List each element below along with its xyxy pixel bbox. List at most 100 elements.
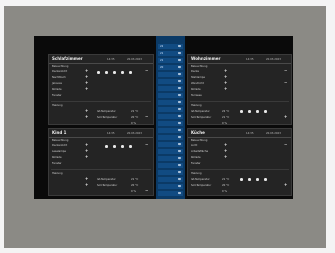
plus-icon[interactable]: +	[85, 177, 88, 181]
room-button[interactable]	[158, 177, 183, 182]
temp-value: 20 °C	[131, 116, 139, 119]
light-toggle[interactable]	[97, 71, 100, 74]
room-button[interactable]	[158, 135, 183, 140]
arrow-right-icon	[178, 107, 181, 111]
panel-header: Küche 14:35 20.03.2023	[188, 129, 291, 138]
minus-icon[interactable]: −	[145, 69, 148, 73]
light-toggle[interactable]	[113, 145, 116, 148]
light-toggle[interactable]	[121, 145, 124, 148]
minus-icon[interactable]: −	[145, 189, 148, 193]
room-button[interactable]	[158, 128, 183, 133]
plus-icon[interactable]: +	[85, 81, 88, 85]
room-button[interactable]	[158, 93, 183, 98]
heating-label: Ist-Temperatur	[97, 178, 116, 181]
temp-value: 21 °C	[222, 116, 230, 119]
plus-icon[interactable]: +	[224, 75, 227, 79]
light-toggle[interactable]	[105, 145, 108, 148]
panel-time: 14:35	[246, 131, 254, 135]
arrow-right-icon	[178, 44, 181, 48]
arrow-right-icon	[178, 135, 181, 139]
room-button[interactable]	[158, 72, 183, 77]
plus-icon[interactable]: +	[284, 183, 287, 187]
light-toggle[interactable]	[248, 178, 251, 181]
panel-title: Kind 1	[52, 130, 67, 135]
temp-value: 20 °C	[131, 184, 139, 187]
plus-icon[interactable]: +	[224, 81, 227, 85]
light-toggle[interactable]	[264, 178, 267, 181]
room-temp: 21	[160, 52, 164, 55]
plus-icon[interactable]: +	[224, 149, 227, 153]
divider	[190, 101, 289, 102]
valve-value: 0 %	[131, 122, 136, 125]
valve-value: 0 %	[222, 122, 227, 125]
light-toggle[interactable]	[248, 110, 251, 113]
heating-title: Heizung	[52, 104, 63, 107]
panel-date: 20.03.2023	[127, 131, 142, 135]
minus-icon[interactable]: −	[284, 69, 287, 73]
plus-icon[interactable]: +	[284, 115, 287, 119]
room-button[interactable]	[158, 156, 183, 161]
arrow-right-icon	[178, 163, 181, 167]
room-button[interactable]	[158, 100, 183, 105]
room-button[interactable]	[158, 142, 183, 147]
plus-icon[interactable]: +	[224, 69, 227, 73]
light-toggle[interactable]	[105, 71, 108, 74]
plus-icon[interactable]: +	[85, 115, 88, 119]
light-toggle[interactable]	[129, 145, 132, 148]
row-label: Stehlampe	[191, 76, 205, 79]
arrow-right-icon	[178, 93, 181, 97]
light-toggle[interactable]	[264, 110, 267, 113]
plus-icon[interactable]: +	[85, 69, 88, 73]
room-button[interactable]	[158, 149, 183, 154]
heating-label: Soll-Temperatur	[97, 184, 118, 187]
section-title: Beleuchtung	[191, 65, 208, 68]
minus-icon[interactable]: −	[284, 143, 287, 147]
valve-value: 0 %	[222, 190, 227, 193]
plus-icon[interactable]: +	[85, 183, 88, 187]
room-button[interactable]: 20	[158, 65, 183, 70]
divider	[190, 169, 289, 170]
plus-icon[interactable]: +	[85, 155, 88, 159]
light-toggle[interactable]	[256, 178, 259, 181]
room-button[interactable]: 22	[158, 44, 183, 49]
light-toggle[interactable]	[240, 178, 243, 181]
row-label: Decke	[191, 70, 200, 73]
heating-label: Ist-Temperatur	[191, 110, 210, 113]
panel-time: 14:35	[107, 131, 115, 135]
heating-label: Soll-Temperatur	[191, 116, 212, 119]
arrow-right-icon	[178, 128, 181, 132]
room-button[interactable]	[158, 121, 183, 126]
light-toggle[interactable]	[121, 71, 124, 74]
section-title: Beleuchtung	[191, 139, 208, 142]
plus-icon[interactable]: +	[85, 109, 88, 113]
row-label: Licht	[191, 144, 198, 147]
minus-icon[interactable]: −	[145, 143, 148, 147]
plus-icon[interactable]: +	[85, 75, 88, 79]
light-toggle[interactable]	[240, 110, 243, 113]
room-button[interactable]	[158, 86, 183, 91]
light-toggle[interactable]	[113, 71, 116, 74]
light-toggle[interactable]	[129, 71, 132, 74]
room-button[interactable]	[158, 170, 183, 175]
room-button[interactable]	[158, 114, 183, 119]
plus-icon[interactable]: +	[85, 87, 88, 91]
row-label: Leselampe	[52, 150, 67, 153]
panel-header: Wohnzimmer 14:35 20.03.2023	[188, 55, 291, 64]
arrow-right-icon	[178, 149, 181, 153]
room-button[interactable]	[158, 184, 183, 189]
panel-date: 20.03.2023	[266, 57, 281, 61]
minus-icon[interactable]: −	[145, 115, 148, 119]
room-button[interactable]	[158, 163, 183, 168]
plus-icon[interactable]: +	[85, 143, 88, 147]
plus-icon[interactable]: +	[224, 143, 227, 147]
room-button[interactable]	[158, 79, 183, 84]
room-button[interactable]: 21	[158, 58, 183, 63]
room-button[interactable]: 21	[158, 51, 183, 56]
plus-icon[interactable]: +	[224, 155, 227, 159]
plus-icon[interactable]: +	[224, 87, 227, 91]
light-toggle[interactable]	[256, 110, 259, 113]
minus-icon[interactable]: −	[284, 81, 287, 85]
room-button[interactable]	[158, 191, 183, 196]
plus-icon[interactable]: +	[85, 149, 88, 153]
room-button[interactable]	[158, 107, 183, 112]
